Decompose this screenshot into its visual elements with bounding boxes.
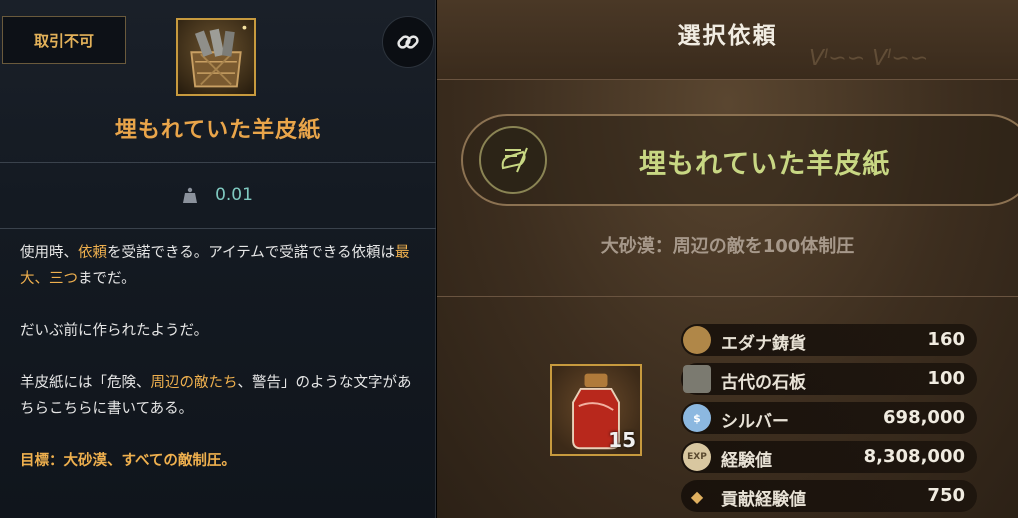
reward-name: 貢献経験値: [721, 490, 806, 510]
stone-tablet-icon: [683, 365, 711, 393]
reward-value: 698,000: [883, 407, 965, 428]
coin-icon: [683, 326, 711, 354]
reward-row: $ シルバー 698,000: [681, 402, 977, 434]
quill-scroll-icon: [479, 126, 547, 194]
panel-header: ᐯᑊ∽∽ ᐯᑊ∽∽ 選択依頼: [437, 0, 1018, 80]
reward-value: 100: [927, 368, 965, 389]
quest-name: 埋もれていた羊皮紙: [639, 149, 891, 180]
reward-name: シルバー: [721, 412, 789, 432]
description-paragraph: 使用時、依頼を受諾できる。アイテムで受諾できる依頼は最大、三つまでだ。: [20, 245, 410, 287]
quest-objective: 大砂漠：周辺の敵を100体制圧: [600, 236, 855, 257]
description-paragraph: 羊皮紙には「危険、周辺の敵たち、警告」のような文字があちらこちらに書いてある。: [20, 375, 412, 417]
reward-row: ◆ 貢献経験値 750: [681, 480, 977, 512]
weight-icon: [183, 187, 198, 203]
item-tooltip-panel: 取引不可 埋もれていた羊皮紙 0.01 使用時、依頼を受諾できる。アイテムで受諾…: [0, 0, 436, 518]
item-name: 埋もれていた羊皮紙: [114, 118, 322, 143]
divider: [437, 296, 1018, 297]
reward-value: 750: [927, 485, 965, 506]
reward-row: EXP 経験値 8,308,000: [681, 441, 977, 473]
item-description: 使用時、依頼を受諾できる。アイテムで受諾できる依頼は最大、三つまでだ。 だいぶ前…: [20, 240, 420, 500]
contribution-icon: ◆: [690, 486, 704, 506]
item-count: 15: [608, 428, 636, 452]
reward-name: 古代の石板: [721, 373, 806, 393]
reward-row: 古代の石板 100: [681, 363, 977, 395]
reward-name: 経験値: [721, 451, 772, 471]
divider: [0, 162, 436, 163]
link-icon: [397, 35, 419, 49]
goal-text: 目標：大砂漠、すべての敵制圧。: [20, 453, 236, 469]
description-paragraph: だいぶ前に作られたようだ。: [20, 323, 209, 339]
reward-name: エダナ鋳貨: [721, 334, 806, 354]
potion-reward-item[interactable]: 15: [550, 364, 642, 456]
weight-row: 0.01: [0, 178, 436, 212]
reward-value: 8,308,000: [863, 446, 965, 467]
link-button[interactable]: [382, 16, 434, 68]
silver-icon: $: [683, 404, 711, 432]
parchment-crate-icon: [176, 18, 256, 96]
exp-icon: EXP: [683, 443, 711, 471]
reward-value: 160: [927, 329, 965, 350]
quest-option[interactable]: 埋もれていた羊皮紙: [461, 114, 1018, 206]
untradeable-badge: 取引不可: [2, 16, 126, 64]
request-select-panel: ᐯᑊ∽∽ ᐯᑊ∽∽ 選択依頼 埋もれていた羊皮紙 大砂漠：周辺の敵を100体制圧…: [437, 0, 1018, 518]
panel-title: 選択依頼: [677, 23, 778, 49]
reward-row: エダナ鋳貨 160: [681, 324, 977, 356]
weight-value: 0.01: [215, 185, 253, 205]
divider: [0, 228, 436, 229]
reward-list: エダナ鋳貨 160 古代の石板 100 $ シルバー 698,000 EXP 経…: [681, 324, 977, 518]
